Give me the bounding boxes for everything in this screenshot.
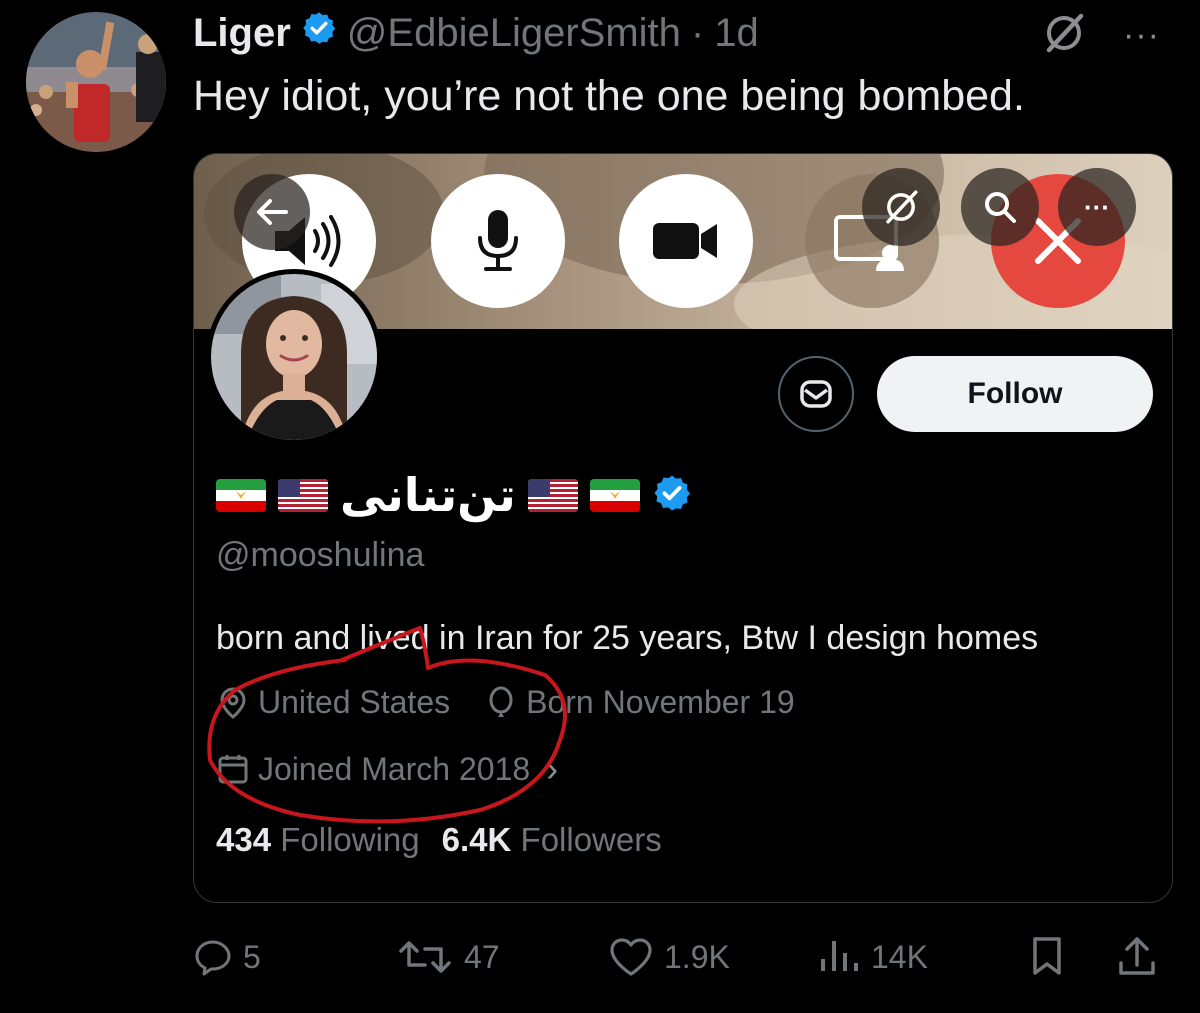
- profile-name-row: تن‌تنانی: [216, 462, 692, 528]
- birthday-text: Born November 19: [526, 684, 795, 720]
- share-button[interactable]: [1115, 925, 1159, 989]
- like-count: 1.9K: [664, 938, 730, 975]
- poster-display-name[interactable]: Liger: [193, 11, 291, 56]
- location-icon: [220, 686, 246, 719]
- profile-avatar-image: [211, 274, 377, 440]
- reply-button[interactable]: 5: [193, 925, 261, 989]
- us-flag-icon: [278, 478, 328, 512]
- tweet-header: Liger @EdbieLigerSmith · 1d: [193, 8, 759, 58]
- grok-button[interactable]: [862, 168, 940, 246]
- poster-handle[interactable]: @EdbieLigerSmith: [347, 11, 681, 56]
- grok-icon: [886, 190, 918, 224]
- joined-row[interactable]: Joined March 2018 ›: [216, 748, 558, 790]
- bookmark-button[interactable]: [1027, 925, 1067, 989]
- location-item: United States: [216, 684, 450, 721]
- profile-screenshot-card[interactable]: ··· Follow: [193, 153, 1173, 903]
- calendar-icon: [218, 755, 248, 784]
- back-button[interactable]: [234, 174, 310, 250]
- bookmark-icon: [1033, 937, 1061, 975]
- iran-flag-icon: [589, 478, 640, 512]
- message-icon: [800, 380, 832, 408]
- repost-count: 47: [464, 938, 500, 975]
- followers-stat[interactable]: 6.4K Followers: [442, 821, 662, 859]
- back-arrow-icon: [257, 199, 288, 225]
- repost-icon: [399, 941, 451, 973]
- profile-bio: born and lived in Iran for 25 years, Btw…: [216, 619, 1039, 657]
- share-icon: [1119, 937, 1155, 975]
- views-icon: [821, 941, 858, 971]
- search-icon: [985, 192, 1016, 223]
- followers-count: 6.4K: [441, 821, 512, 858]
- verified-badge-icon: [301, 10, 337, 56]
- us-flag-icon: [527, 478, 578, 512]
- mic-button[interactable]: [431, 174, 565, 308]
- tweet-header-actions: ···: [1041, 10, 1160, 61]
- profile-handle: @mooshulina: [216, 536, 425, 574]
- reply-count: 5: [243, 938, 261, 975]
- reply-icon: [195, 940, 231, 976]
- views-count: 14K: [871, 938, 928, 975]
- following-count: 434: [216, 821, 272, 858]
- mic-icon: [478, 210, 518, 271]
- more-icon[interactable]: ···: [1123, 16, 1160, 55]
- followers-label: Followers: [520, 821, 662, 858]
- joined-text: Joined March 2018: [258, 750, 531, 787]
- like-button[interactable]: 1.9K: [608, 925, 730, 989]
- chevron-right-icon: ›: [546, 748, 559, 789]
- tweet-timestamp[interactable]: 1d: [714, 11, 759, 56]
- meta-separator: ·: [690, 10, 705, 55]
- following-label: Following: [280, 821, 420, 858]
- balloon-icon: [489, 686, 513, 717]
- iran-flag-icon: [216, 478, 266, 512]
- like-icon: [610, 938, 652, 976]
- video-icon: [653, 223, 717, 259]
- repost-button[interactable]: 47: [396, 925, 500, 989]
- profile-meta-row: United States Born November 19: [216, 684, 795, 721]
- birthday-item: Born November 19: [484, 684, 795, 721]
- search-button[interactable]: [961, 168, 1039, 246]
- profile-display-name: تن‌تنانی: [340, 468, 516, 522]
- grok-icon[interactable]: [1041, 10, 1087, 61]
- tweet-action-bar: 5 47 1.9K 14K: [193, 925, 1173, 989]
- poster-avatar[interactable]: [26, 12, 166, 152]
- video-button[interactable]: [619, 174, 753, 308]
- joined-item: Joined March 2018 ›: [216, 748, 558, 790]
- location-text: United States: [258, 684, 451, 720]
- message-button[interactable]: [778, 356, 854, 432]
- follow-stats: 434 Following 6.4K Followers: [216, 821, 662, 859]
- more-icon: ···: [1084, 192, 1110, 222]
- follow-button[interactable]: Follow: [877, 356, 1153, 432]
- more-button[interactable]: ···: [1058, 168, 1136, 246]
- verified-badge-icon: [652, 473, 692, 518]
- tweet-text: Hey idiot, you’re not the one being bomb…: [193, 72, 1025, 120]
- profile-avatar[interactable]: [206, 269, 382, 445]
- following-stat[interactable]: 434 Following: [216, 821, 420, 859]
- avatar-image: [26, 12, 166, 152]
- views-button[interactable]: 14K: [819, 925, 928, 989]
